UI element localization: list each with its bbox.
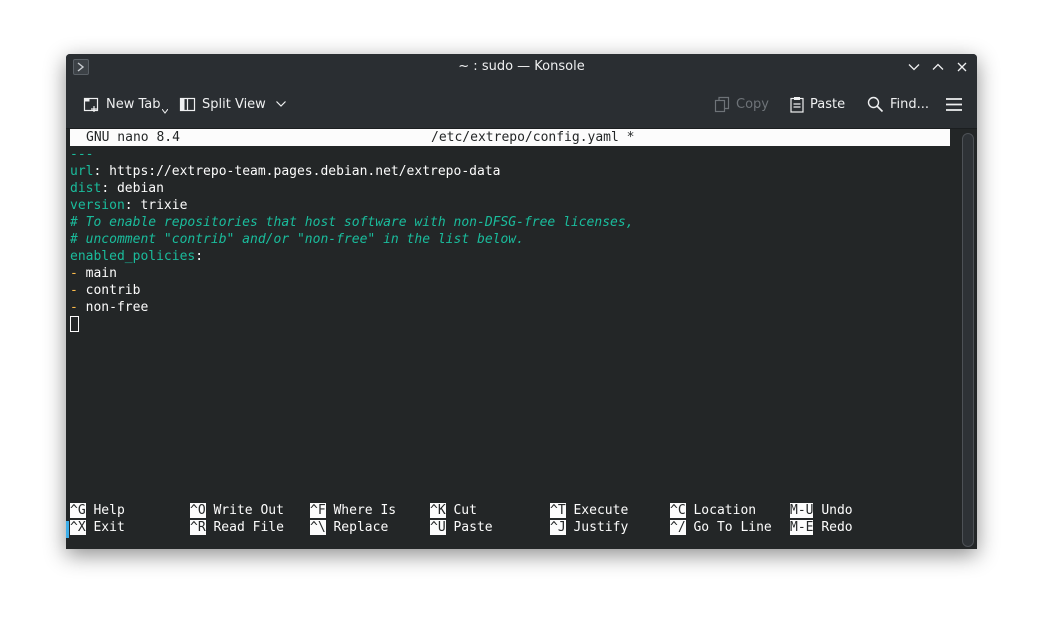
yaml-key: dist	[70, 181, 102, 196]
shortcut-read-file[interactable]: ^R Read File	[190, 519, 284, 536]
paste-icon	[790, 96, 804, 113]
find-button[interactable]: Find...	[867, 93, 929, 115]
konsole-window: ~ : sudo — Konsole New Tab Split View Co…	[66, 54, 977, 549]
nano-filename: /etc/extrepo/config.yaml *	[431, 130, 635, 145]
yaml-value: :	[195, 249, 204, 264]
shortcut-paste[interactable]: ^U Paste	[430, 519, 493, 536]
find-label: Find...	[890, 96, 930, 112]
hamburger-menu-icon	[946, 97, 962, 111]
nano-version: GNU nano 8.4	[86, 130, 180, 145]
terminal-scrollbar[interactable]	[960, 129, 977, 549]
new-tab-button[interactable]: New Tab	[83, 93, 168, 115]
copy-label: Copy	[736, 96, 769, 112]
shortcut-execute[interactable]: ^T Execute	[550, 502, 628, 519]
shortcut-write-out[interactable]: ^O Write Out	[190, 502, 284, 519]
text-cursor	[70, 316, 79, 332]
shortcut-justify[interactable]: ^J Justify	[550, 519, 628, 536]
yaml-value: : https://extrepo-team.pages.debian.net/…	[93, 164, 501, 179]
yaml-list-item: - non-free	[70, 300, 149, 315]
split-view-label: Split View	[202, 96, 266, 112]
yaml-url-line: url: https://extrepo-team.pages.debian.n…	[70, 163, 500, 180]
nano-title-bar: GNU nano 8.4/etc/extrepo/config.yaml *	[70, 129, 950, 146]
shortcut-cut[interactable]: ^K Cut	[430, 502, 477, 519]
yaml-dist-line: dist: debian	[70, 180, 164, 197]
search-icon	[867, 96, 884, 112]
yaml-value: : debian	[101, 181, 164, 196]
window-title: ~ : sudo — Konsole	[458, 59, 585, 74]
shortcut-help[interactable]: ^G Help	[70, 502, 125, 519]
dropdown-arrow-icon	[161, 108, 168, 114]
yaml-value: : trixie	[124, 198, 188, 213]
chevron-down-icon	[275, 101, 286, 107]
yaml-list-item: - contrib	[70, 283, 141, 298]
terminal-view[interactable]: GNU nano 8.4/etc/extrepo/config.yaml * -…	[66, 129, 960, 549]
yaml-key: version	[70, 198, 125, 213]
maximize-button[interactable]	[929, 58, 947, 76]
copy-icon	[714, 96, 730, 112]
minimize-button[interactable]	[905, 58, 923, 76]
shortcut-redo[interactable]: M-E Redo	[790, 519, 853, 536]
title-bar[interactable]: ~ : sudo — Konsole	[66, 54, 977, 81]
shortcut-where-is[interactable]: ^F Where Is	[310, 502, 396, 519]
yaml-key: enabled_policies	[70, 249, 196, 264]
new-tab-label: New Tab	[106, 96, 161, 112]
shortcut-exit[interactable]: ^X Exit	[70, 519, 125, 536]
paste-label: Paste	[810, 96, 846, 112]
yaml-comment: # uncomment "contrib" and/or "non-free" …	[70, 232, 524, 247]
copy-button[interactable]: Copy	[714, 93, 769, 115]
yaml-list-item: - main	[70, 266, 117, 281]
shortcut-replace[interactable]: ^\ Replace	[310, 519, 388, 536]
nano-shortcut-bar: ^G Help ^O Write Out ^F Where Is ^K Cut …	[66, 502, 960, 542]
yaml-version-line: version: trixie	[70, 197, 187, 214]
shortcut-undo[interactable]: M-U Undo	[790, 502, 853, 519]
yaml-doc-start: ---	[70, 147, 94, 162]
toolbar: New Tab Split View Copy Paste Find...	[66, 81, 977, 129]
split-view-icon	[179, 97, 196, 111]
split-view-button[interactable]: Split View	[179, 93, 292, 115]
yaml-comment: # To enable repositories that host softw…	[70, 215, 634, 230]
shortcut-location[interactable]: ^C Location	[670, 502, 756, 519]
close-icon	[957, 62, 967, 72]
menu-button[interactable]	[945, 93, 969, 115]
paste-button[interactable]: Paste	[790, 93, 845, 115]
scrollbar-thumb[interactable]	[962, 133, 974, 547]
chevron-up-icon	[932, 63, 944, 70]
shortcut-go-to-line[interactable]: ^/ Go To Line	[670, 519, 772, 536]
yaml-policies-line: enabled_policies:	[70, 248, 203, 265]
yaml-key: url	[70, 164, 94, 179]
close-button[interactable]	[953, 58, 971, 76]
chevron-down-icon	[908, 64, 920, 71]
new-tab-icon	[83, 97, 99, 112]
